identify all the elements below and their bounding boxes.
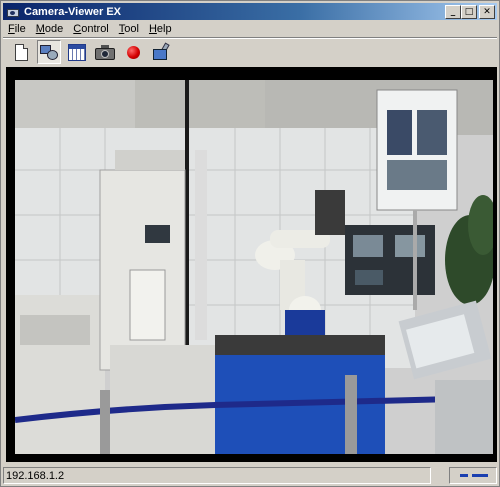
- menu-help-accelerator: H: [148, 23, 157, 35]
- menu-mode[interactable]: Mode: [31, 22, 69, 36]
- window-title: Camera-Viewer EX: [24, 5, 122, 18]
- camera-settings-icon: [39, 43, 59, 61]
- record-button[interactable]: [121, 40, 145, 64]
- new-button[interactable]: [9, 40, 33, 64]
- menu-file-accelerator: F: [8, 23, 15, 35]
- ip-address-status: 192.168.1.2: [3, 467, 431, 484]
- menu-mode-label: ode: [44, 23, 64, 35]
- grid-view-icon: [68, 43, 86, 61]
- menu-control[interactable]: Control: [68, 22, 113, 36]
- signal-segment-icon: [472, 474, 488, 477]
- snapshot-camera-icon: [95, 44, 115, 60]
- status-spacer: [433, 467, 447, 484]
- video-frame: [6, 67, 497, 462]
- tools-button[interactable]: [149, 40, 173, 64]
- factory-scene-image: [15, 80, 493, 454]
- tools-icon: [151, 42, 171, 61]
- menu-tool-label: ool: [124, 23, 139, 35]
- toolbar: [3, 39, 497, 65]
- signal-indicator: [449, 467, 497, 484]
- menu-help-label: elp: [156, 23, 172, 35]
- title-bar[interactable]: Camera-Viewer EX _ □ ✕: [3, 3, 497, 20]
- maximize-button[interactable]: □: [461, 5, 477, 19]
- close-button[interactable]: ✕: [479, 5, 495, 19]
- app-camera-icon[interactable]: [6, 6, 20, 18]
- minimize-button[interactable]: _: [445, 5, 461, 19]
- snapshot-button[interactable]: [93, 40, 117, 64]
- menu-file[interactable]: File: [3, 22, 31, 36]
- menu-bar: File Mode Control Tool Help: [3, 21, 497, 37]
- menu-control-label: ontrol: [81, 23, 109, 35]
- app-window: Camera-Viewer EX _ □ ✕ File Mode Control…: [0, 0, 500, 487]
- camera-settings-button[interactable]: [37, 40, 61, 64]
- window-controls: _ □ ✕: [445, 5, 495, 19]
- status-bar: 192.168.1.2: [3, 467, 497, 485]
- menu-help[interactable]: Help: [144, 22, 177, 36]
- menu-file-label: ile: [14, 23, 26, 35]
- menu-tool[interactable]: Tool: [114, 22, 144, 36]
- menu-mode-accelerator: M: [35, 23, 45, 35]
- grid-view-button[interactable]: [65, 40, 89, 64]
- camera-video-feed[interactable]: [15, 80, 493, 454]
- record-icon: [126, 45, 140, 59]
- new-document-icon: [14, 43, 28, 61]
- signal-segment-icon: [460, 474, 468, 477]
